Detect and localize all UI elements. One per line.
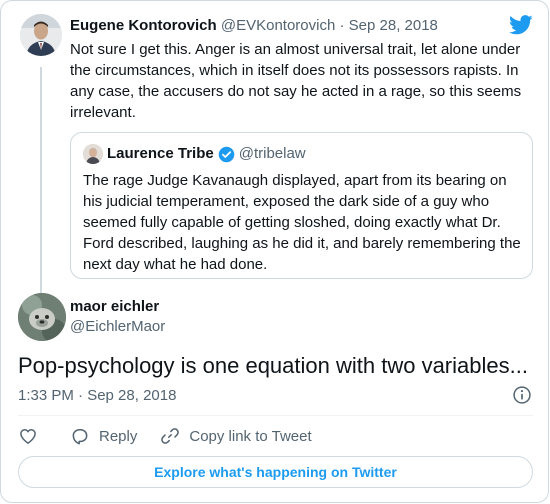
quoted-author-name[interactable]: Laurence Tribe — [107, 144, 214, 164]
parent-separator: · — [339, 17, 345, 34]
reply-button[interactable]: Reply — [70, 426, 137, 446]
heart-icon — [20, 429, 36, 444]
parent-date[interactable]: Sep 28, 2018 — [349, 17, 438, 34]
parent-author-name[interactable]: Eugene Kontorovich — [70, 17, 217, 34]
reply-label: Reply — [99, 427, 138, 445]
tweet-text: Pop-psychology is one equation with two … — [18, 353, 528, 378]
reply-bubble-icon — [72, 429, 88, 445]
parent-tweet-header: Eugene Kontorovich @EVKontorovich · Sep … — [70, 16, 438, 36]
quoted-tweet-text: The rage Judge Kavanaugh displayed, apar… — [83, 172, 521, 273]
twitter-bird-icon[interactable] — [509, 15, 533, 35]
copy-link-button[interactable]: Copy link to Tweet — [160, 426, 312, 446]
tweet-embed-card: Eugene Kontorovich @EVKontorovich · Sep … — [0, 0, 549, 503]
parent-author-handle[interactable]: @EVKontorovich — [221, 17, 335, 34]
tweet-timestamp[interactable]: 1:33 PM · Sep 28, 2018 — [18, 386, 176, 406]
author-handle[interactable]: @EichlerMaor — [70, 317, 165, 337]
tweet-actions: Reply Copy link to Tweet — [18, 425, 312, 447]
quoted-tweet-card[interactable]: Laurence Tribe @tribelaw The rage Judge … — [70, 132, 533, 279]
author-name[interactable]: maor eichler — [70, 297, 159, 317]
thread-connector-line — [40, 67, 42, 293]
quoted-author-handle[interactable]: @tribelaw — [239, 144, 306, 164]
quoted-tweet-header: Laurence Tribe @tribelaw — [107, 144, 306, 164]
verified-badge-icon — [218, 146, 235, 162]
avatar-eugene-kontorovich[interactable] — [20, 14, 62, 56]
info-icon[interactable] — [512, 385, 532, 405]
explore-twitter-button[interactable]: Explore what's happening on Twitter — [18, 456, 533, 488]
parent-tweet-text: Not sure I get this. Anger is an almost … — [70, 41, 522, 121]
avatar-laurence-tribe — [83, 144, 103, 164]
divider — [18, 415, 533, 416]
like-button[interactable] — [18, 426, 38, 446]
avatar-maor-eichler[interactable] — [18, 293, 66, 341]
link-icon — [161, 428, 180, 444]
copy-link-label: Copy link to Tweet — [189, 427, 312, 445]
